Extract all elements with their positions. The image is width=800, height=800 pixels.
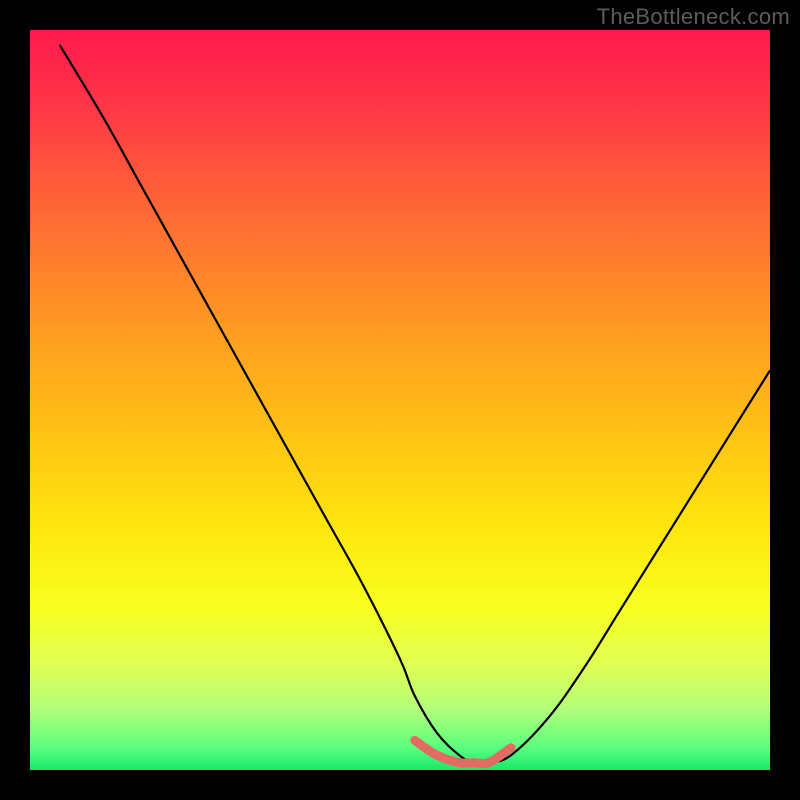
chart-frame: TheBottleneck.com (0, 0, 800, 800)
bottleneck-chart (30, 30, 770, 770)
plot-area (30, 30, 770, 770)
watermark-text: TheBottleneck.com (597, 4, 790, 30)
